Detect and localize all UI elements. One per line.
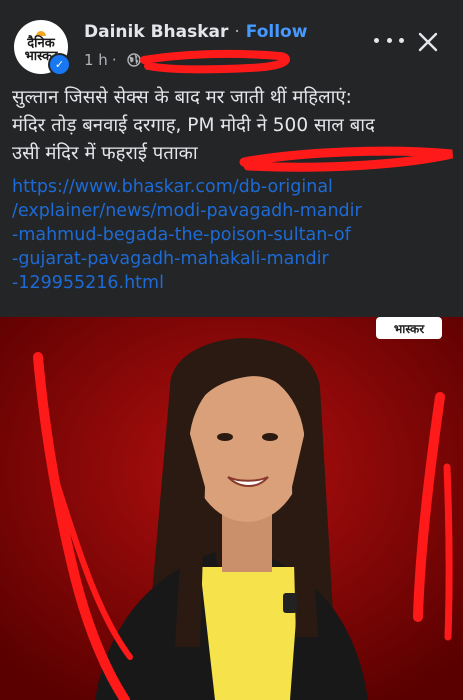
name-row: Dainik Bhaskar · Follow — [84, 18, 307, 46]
more-horizontal-icon[interactable] — [374, 30, 404, 50]
post-time[interactable]: 1 h — [84, 51, 108, 69]
time-separator: · — [111, 51, 117, 69]
link-line-3[interactable]: -mahmud-begada-the-poison-sultan-of — [12, 223, 456, 247]
name-separator: · — [234, 22, 240, 42]
article-link[interactable]: https://www.bhaskar.com/db-original /exp… — [12, 175, 456, 295]
post-caption: सुल्तान जिससे सेक्स के बाद मर जाती थीं म… — [12, 84, 456, 168]
post-meta: 1 h · — [84, 50, 141, 70]
link-line-1[interactable]: https://www.bhaskar.com/db-original — [12, 175, 456, 199]
page-avatar[interactable]: दैनिक भास्कर ✓ — [14, 20, 71, 76]
globe-icon — [126, 53, 141, 67]
caption-line-2: मंदिर तोड़ बनवाई दरगाह, PM मोदी ने 500 स… — [12, 115, 375, 136]
post-video-thumbnail[interactable]: भास्कर — [0, 317, 463, 700]
link-line-4[interactable]: -gujarat-pavagadh-mahakali-mandir — [12, 247, 456, 271]
thumbnail-illustration: भास्कर — [0, 317, 463, 700]
red-scribble-redaction — [140, 49, 290, 74]
link-line-5[interactable]: -129955216.html — [12, 271, 456, 295]
caption-line-1: सुल्तान जिससे सेक्स के बाद मर जाती थीं म… — [12, 87, 352, 108]
caption-line-3: उसी मंदिर में फहराई पताका — [12, 143, 198, 164]
verified-badge-icon: ✓ — [48, 53, 71, 76]
close-icon[interactable] — [416, 30, 440, 54]
channel-watermark: भास्कर — [394, 322, 425, 336]
follow-button[interactable]: Follow — [246, 22, 308, 42]
page-name[interactable]: Dainik Bhaskar — [84, 22, 228, 42]
post-header: दैनिक भास्कर ✓ Dainik Bhaskar · Follow 1… — [0, 0, 463, 82]
link-line-2[interactable]: /explainer/news/modi-pavagadh-mandir — [12, 199, 456, 223]
